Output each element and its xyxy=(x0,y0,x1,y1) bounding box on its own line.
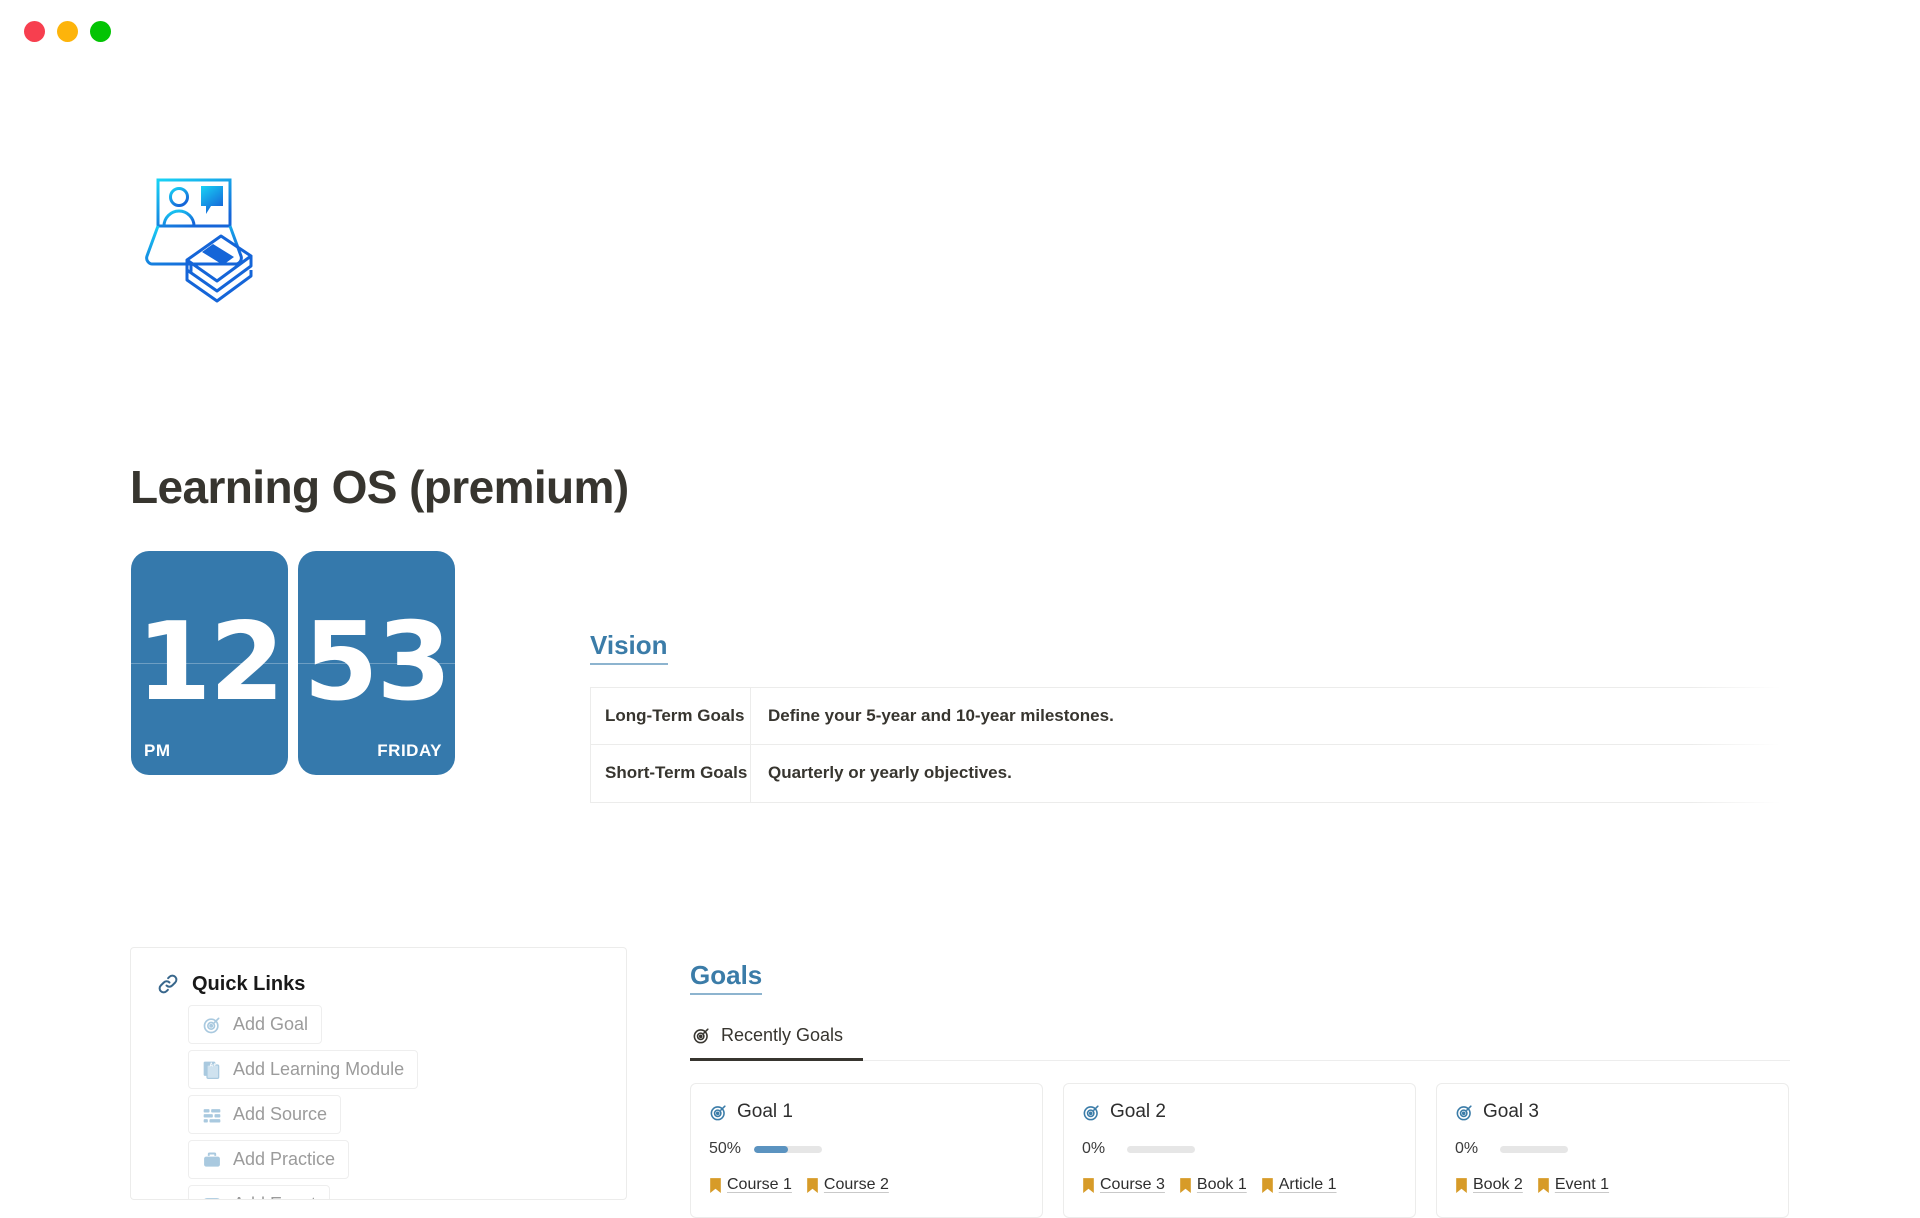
tab-recently-goals[interactable]: Recently Goals xyxy=(690,1019,864,1061)
goal-title: Goal 1 xyxy=(737,1101,793,1122)
vision-row-value: Quarterly or yearly objectives. xyxy=(750,744,1800,803)
bookmark-icon xyxy=(709,1177,722,1194)
flip-clock-meridiem: PM xyxy=(144,741,171,760)
vision-row-key: Short-Term Goals xyxy=(590,744,751,803)
progress-bar xyxy=(1127,1145,1195,1153)
vision-row-key: Long-Term Goals xyxy=(590,686,751,746)
add-goal-button[interactable]: Add Goal xyxy=(188,1005,323,1044)
link-icon xyxy=(156,972,180,996)
goal-card[interactable]: Goal 2 0% Course 3 Book 1 Article 1 xyxy=(1063,1083,1416,1218)
quick-links-header: Quick Links xyxy=(131,948,626,996)
svg-text:A+: A+ xyxy=(210,1062,217,1068)
goal-card-title-row: Goal 3 xyxy=(1455,1101,1770,1123)
progress-bar xyxy=(1500,1145,1568,1153)
quick-link-label: Add Learning Module xyxy=(233,1059,405,1079)
related-link-label: Book 1 xyxy=(1196,1176,1247,1193)
add-practice-button[interactable]: Add Practice xyxy=(188,1140,350,1179)
close-window-button[interactable] xyxy=(24,20,45,42)
goal-card-title-row: Goal 2 xyxy=(1082,1101,1397,1123)
goals-section: Goals Recently Goals Goal 1 50% Course 1… xyxy=(690,960,1790,1218)
target-icon xyxy=(1082,1103,1101,1122)
quick-link-label: Add Practice xyxy=(233,1149,336,1169)
bookmark-icon xyxy=(1455,1177,1468,1194)
goal-progress: 0% xyxy=(1455,1140,1770,1158)
goal-title: Goal 3 xyxy=(1483,1101,1539,1122)
related-link-label: Event 1 xyxy=(1554,1176,1610,1193)
page-content: Learning OS (premium) 12 PM 53 FRIDAY Vi… xyxy=(0,62,1920,1218)
goal-card[interactable]: Goal 3 0% Book 2 Event 1 xyxy=(1436,1083,1789,1218)
flip-clock-minute-card: 53 FRIDAY xyxy=(298,551,455,775)
add-learning-module-button[interactable]: A+ Add Learning Module xyxy=(188,1050,419,1089)
target-icon xyxy=(1455,1103,1474,1122)
goal-progress: 50% xyxy=(709,1140,1024,1158)
related-link[interactable]: Book 2 xyxy=(1455,1176,1523,1194)
goal-related-links: Course 1 Course 2 xyxy=(709,1176,1024,1194)
target-icon xyxy=(202,1015,222,1035)
flip-clock-hour-card: 12 PM xyxy=(131,551,288,775)
quick-link-label: Add Event xyxy=(233,1194,316,1199)
minimize-window-button[interactable] xyxy=(57,20,78,42)
goal-progress-label: 50% xyxy=(709,1140,742,1157)
goals-tabbar: Recently Goals xyxy=(690,1019,1790,1061)
tab-label: Recently Goals xyxy=(721,1025,844,1045)
quick-links-panel: Quick Links Add Goal A+ Add Learning Mod… xyxy=(130,947,627,1200)
add-source-button[interactable]: Add Source xyxy=(188,1095,342,1134)
bookmark-icon xyxy=(1082,1177,1095,1194)
related-link[interactable]: Course 2 xyxy=(806,1176,889,1194)
goals-heading-link[interactable]: Goals xyxy=(690,960,763,995)
goal-progress-label: 0% xyxy=(1082,1140,1106,1157)
related-link-label: Book 2 xyxy=(1473,1176,1523,1193)
quick-link-label: Add Source xyxy=(233,1104,328,1124)
related-link[interactable]: Article 1 xyxy=(1261,1176,1337,1194)
goal-related-links: Book 2 Event 1 xyxy=(1455,1176,1770,1194)
table-row: Short-Term Goals Quarterly or yearly obj… xyxy=(590,744,1800,803)
goal-cards-grid: Goal 1 50% Course 1 Course 2 Goal 2 0% C… xyxy=(690,1083,1790,1218)
vision-heading-link[interactable]: Vision xyxy=(590,630,668,665)
goal-progress: 0% xyxy=(1082,1140,1397,1158)
bookmark-icon xyxy=(1261,1177,1274,1194)
quick-links-list: Add Goal A+ Add Learning Module Add Sour… xyxy=(131,996,626,1199)
flip-clock-minute: 53 xyxy=(303,600,451,725)
related-link[interactable]: Course 1 xyxy=(709,1176,792,1194)
goal-progress-label: 0% xyxy=(1455,1140,1479,1157)
add-event-button[interactable]: Add Event xyxy=(188,1185,331,1199)
flip-clock-widget: 12 PM 53 FRIDAY xyxy=(131,551,455,775)
goal-related-links: Course 3 Book 1 Article 1 xyxy=(1082,1176,1397,1194)
bookmark-icon xyxy=(806,1177,819,1194)
laptop-with-books-icon xyxy=(143,172,303,322)
page-title: Learning OS (premium) xyxy=(130,461,629,513)
goal-title: Goal 2 xyxy=(1110,1101,1166,1122)
window-titlebar xyxy=(0,0,1920,62)
vision-section: Vision Long-Term Goals Define your 5-yea… xyxy=(590,630,1800,832)
maximize-window-button[interactable] xyxy=(90,20,111,42)
flip-clock-hour: 12 xyxy=(136,600,284,725)
event-frame-icon xyxy=(202,1195,222,1199)
related-link-label: Course 1 xyxy=(727,1176,792,1193)
progress-bar xyxy=(754,1145,822,1153)
bookmark-icon xyxy=(1537,1177,1550,1194)
related-link[interactable]: Event 1 xyxy=(1537,1176,1609,1194)
briefcase-icon xyxy=(202,1150,222,1170)
target-icon xyxy=(709,1103,728,1122)
quick-links-title: Quick Links xyxy=(192,972,306,995)
related-link-label: Article 1 xyxy=(1278,1176,1337,1193)
table-row: Long-Term Goals Define your 5-year and 1… xyxy=(590,686,1800,746)
bookmark-icon xyxy=(1179,1177,1192,1194)
related-link[interactable]: Course 3 xyxy=(1082,1176,1165,1194)
vision-table: Long-Term Goals Define your 5-year and 1… xyxy=(590,686,1800,803)
aplus-page-icon: A+ xyxy=(202,1060,222,1080)
quick-link-label: Add Goal xyxy=(233,1014,309,1034)
goal-card[interactable]: Goal 1 50% Course 1 Course 2 xyxy=(690,1083,1043,1218)
brick-wall-icon xyxy=(202,1105,222,1125)
target-icon xyxy=(692,1026,711,1045)
related-link[interactable]: Book 1 xyxy=(1179,1176,1247,1194)
vision-row-value: Define your 5-year and 10-year milestone… xyxy=(750,686,1800,746)
goal-card-title-row: Goal 1 xyxy=(709,1101,1024,1123)
flip-clock-weekday: FRIDAY xyxy=(377,741,442,760)
related-link-label: Course 2 xyxy=(823,1176,889,1193)
related-link-label: Course 3 xyxy=(1100,1176,1165,1193)
